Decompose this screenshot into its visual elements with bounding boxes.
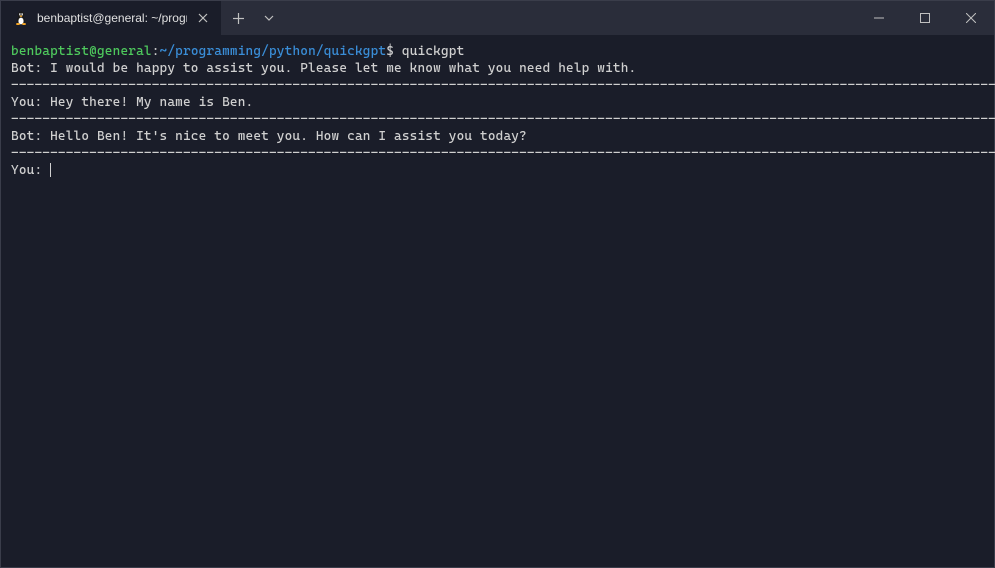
terminal-tab[interactable]: benbaptist@general: ~/progra [1, 1, 221, 35]
minimize-button[interactable] [856, 1, 902, 35]
maximize-button[interactable] [902, 1, 948, 35]
divider: ----------------------------------------… [11, 146, 995, 161]
output-line: You: Hey there! My name is Ben. [11, 95, 253, 110]
window-controls [856, 1, 994, 35]
command: quickgpt [402, 44, 465, 59]
tab-title: benbaptist@general: ~/progra [37, 11, 187, 25]
divider: ----------------------------------------… [11, 78, 995, 93]
input-prompt: You: [11, 163, 50, 178]
prompt-symbol: $ [386, 44, 394, 59]
cursor-icon [50, 163, 51, 177]
terminal-content[interactable]: benbaptist@general:~/programming/python/… [1, 35, 994, 187]
new-tab-button[interactable] [221, 1, 255, 35]
close-button[interactable] [948, 1, 994, 35]
divider: ----------------------------------------… [11, 112, 995, 127]
command-text [394, 44, 402, 59]
prompt-path: ~/programming/python/quickgpt [160, 44, 387, 59]
tabs-area: benbaptist@general: ~/progra [1, 1, 283, 35]
prompt-user-host: benbaptist@general [11, 44, 152, 59]
tab-dropdown-button[interactable] [255, 1, 283, 35]
prompt-colon: : [152, 44, 160, 59]
tux-icon [13, 10, 29, 26]
output-line: Bot: Hello Ben! It's nice to meet you. H… [11, 129, 527, 144]
tab-close-button[interactable] [195, 10, 211, 26]
window-titlebar: benbaptist@general: ~/progra [1, 1, 994, 35]
output-line: Bot: I would be happy to assist you. Ple… [11, 61, 636, 76]
